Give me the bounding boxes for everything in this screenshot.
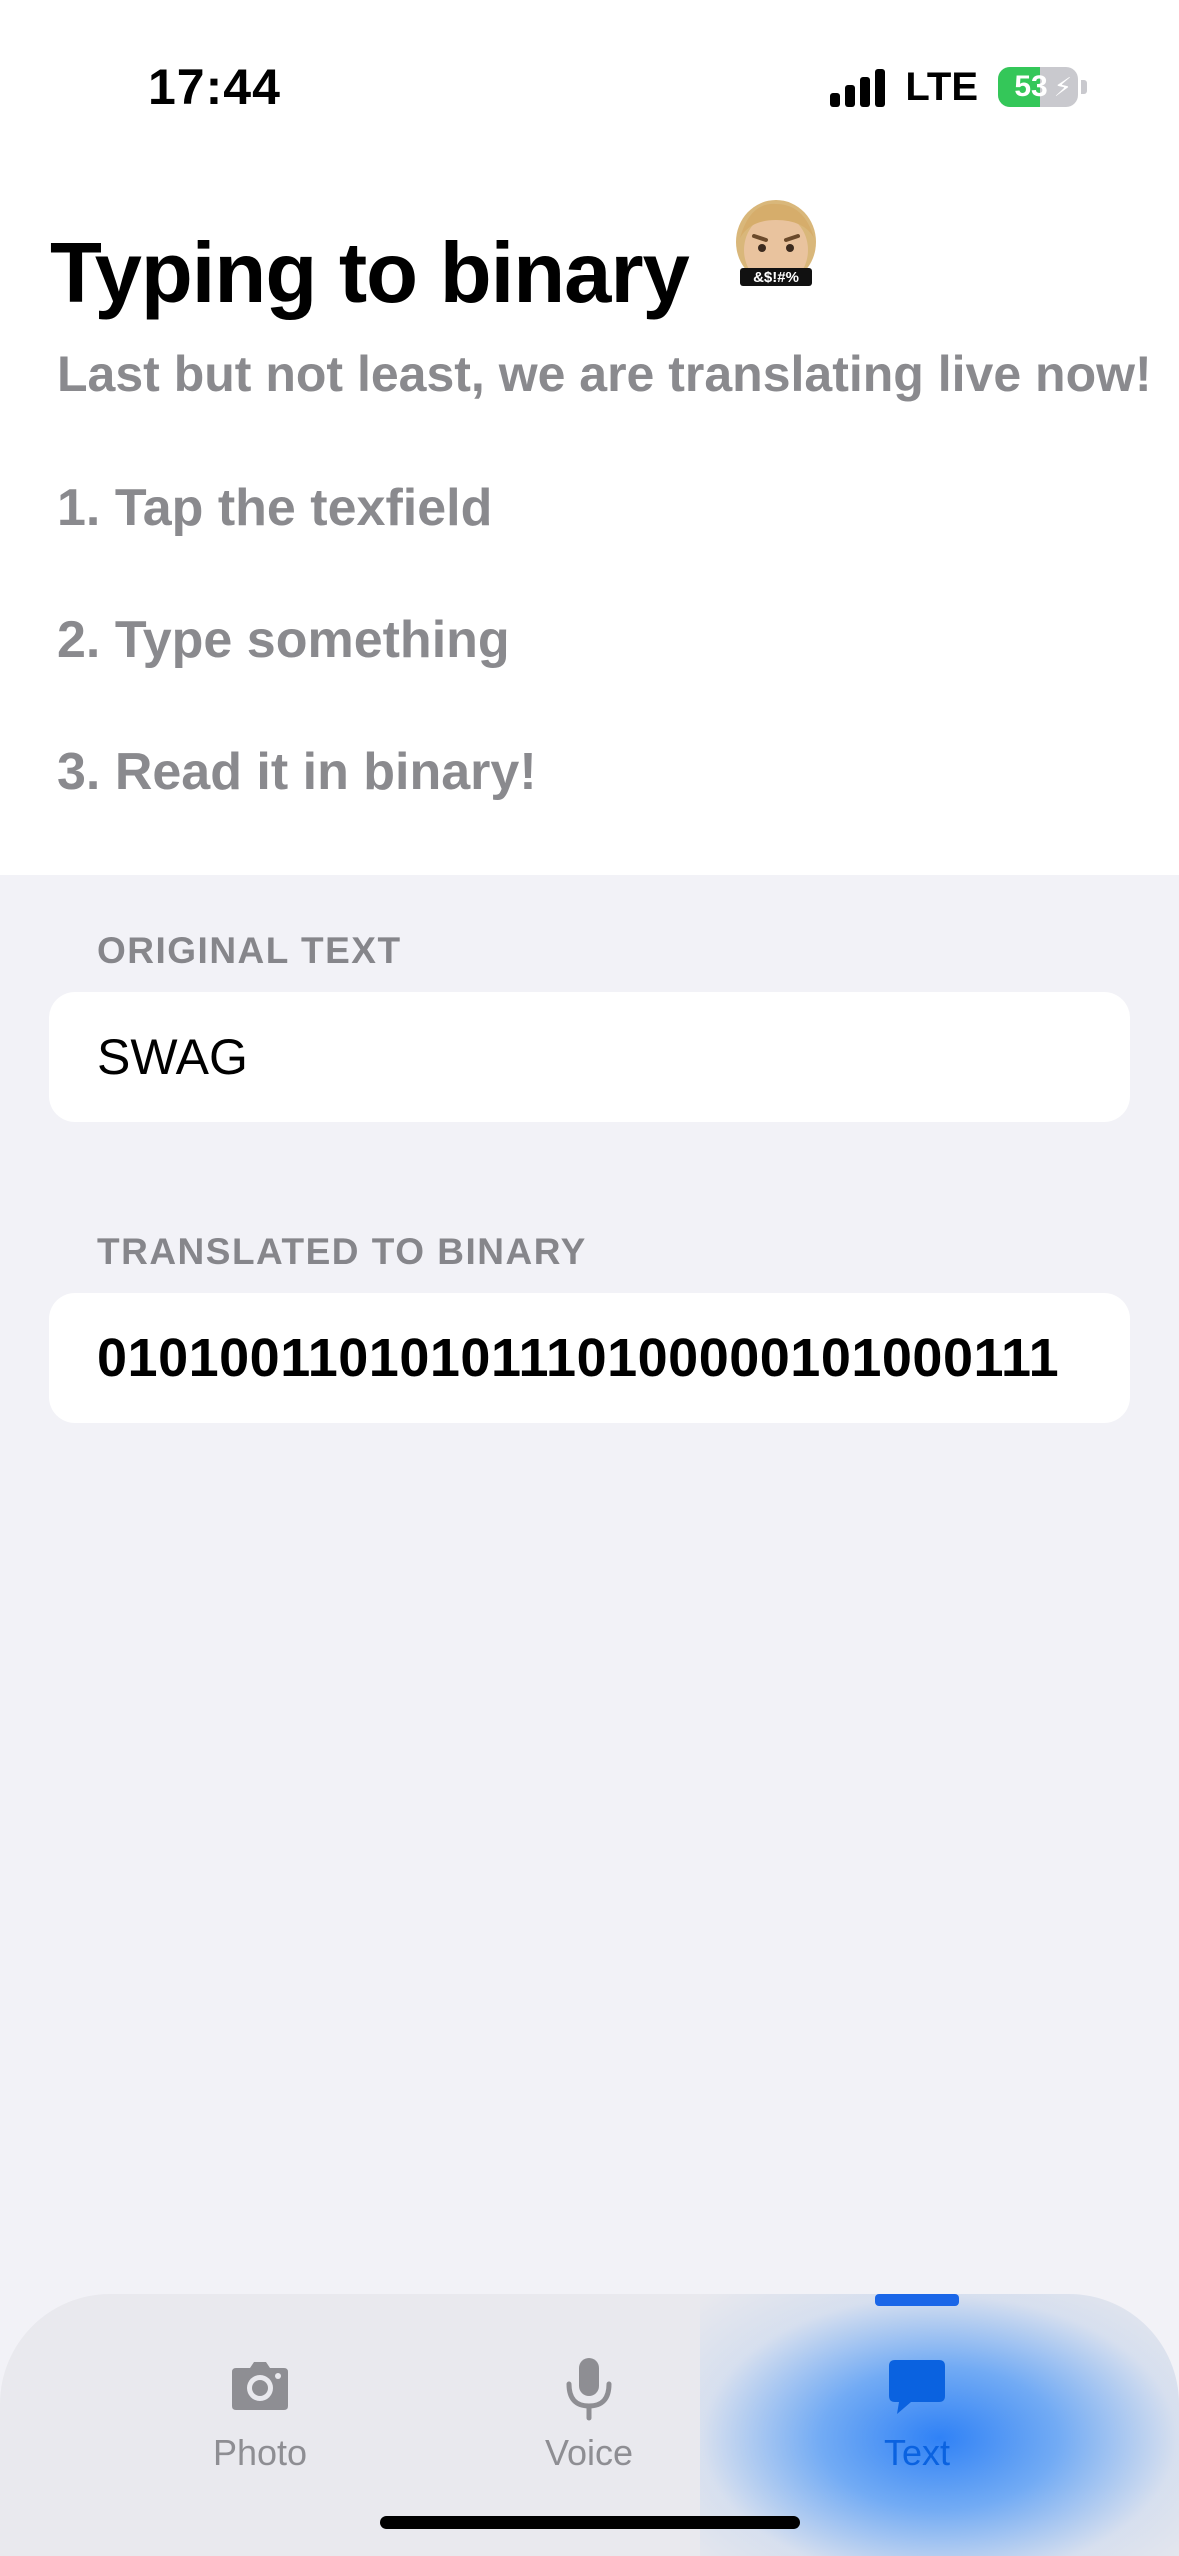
page-subtitle: Last but not least, we are translating l… (57, 346, 1152, 402)
page-title: Typing to binary (50, 226, 690, 321)
tab-photo[interactable]: Photo (150, 2354, 370, 2494)
battery-nub (1081, 80, 1087, 94)
active-tab-indicator (875, 2294, 959, 2306)
network-type: LTE (905, 64, 978, 109)
charging-bolt-icon: ⚡ (1053, 72, 1072, 102)
tab-voice[interactable]: Voice (479, 2354, 699, 2494)
memoji-badge-text: &$!#% (753, 269, 799, 286)
microphone-icon (566, 2358, 612, 2421)
instruction-step: 1. Tap the texfield (57, 479, 493, 537)
tab-photo-label: Photo (212, 2432, 308, 2473)
home-indicator[interactable] (380, 2516, 800, 2529)
memoji-icon: &$!#% (736, 200, 816, 286)
original-text-input[interactable] (97, 1028, 1130, 1086)
instruction-step: 3. Read it in binary! (57, 743, 537, 801)
tab-voice-label: Voice (544, 2432, 634, 2473)
cellular-signal-icon (830, 67, 886, 107)
translated-label: TRANSLATED TO BINARY (97, 1231, 587, 1272)
status-time: 17:44 (148, 59, 281, 115)
tab-text[interactable]: Text (807, 2354, 1027, 2494)
status-indicators: LTE 53 ⚡ (830, 62, 1087, 112)
message-bubble-icon (889, 2360, 945, 2414)
original-text-card[interactable] (49, 992, 1130, 1122)
camera-icon (232, 2362, 288, 2410)
binary-output: 01010011010101110100000101000111 (97, 1328, 1060, 1388)
instruction-step: 2. Type something (57, 611, 510, 669)
header-section: 17:44 LTE 53 ⚡ Typing to binary &$!#% La… (0, 0, 1179, 875)
tab-text-label: Text (883, 2432, 951, 2473)
original-text-label: ORIGINAL TEXT (97, 930, 402, 971)
battery-icon: 53 ⚡ (998, 67, 1078, 107)
translated-output-card: 01010011010101110100000101000111 (49, 1293, 1130, 1423)
